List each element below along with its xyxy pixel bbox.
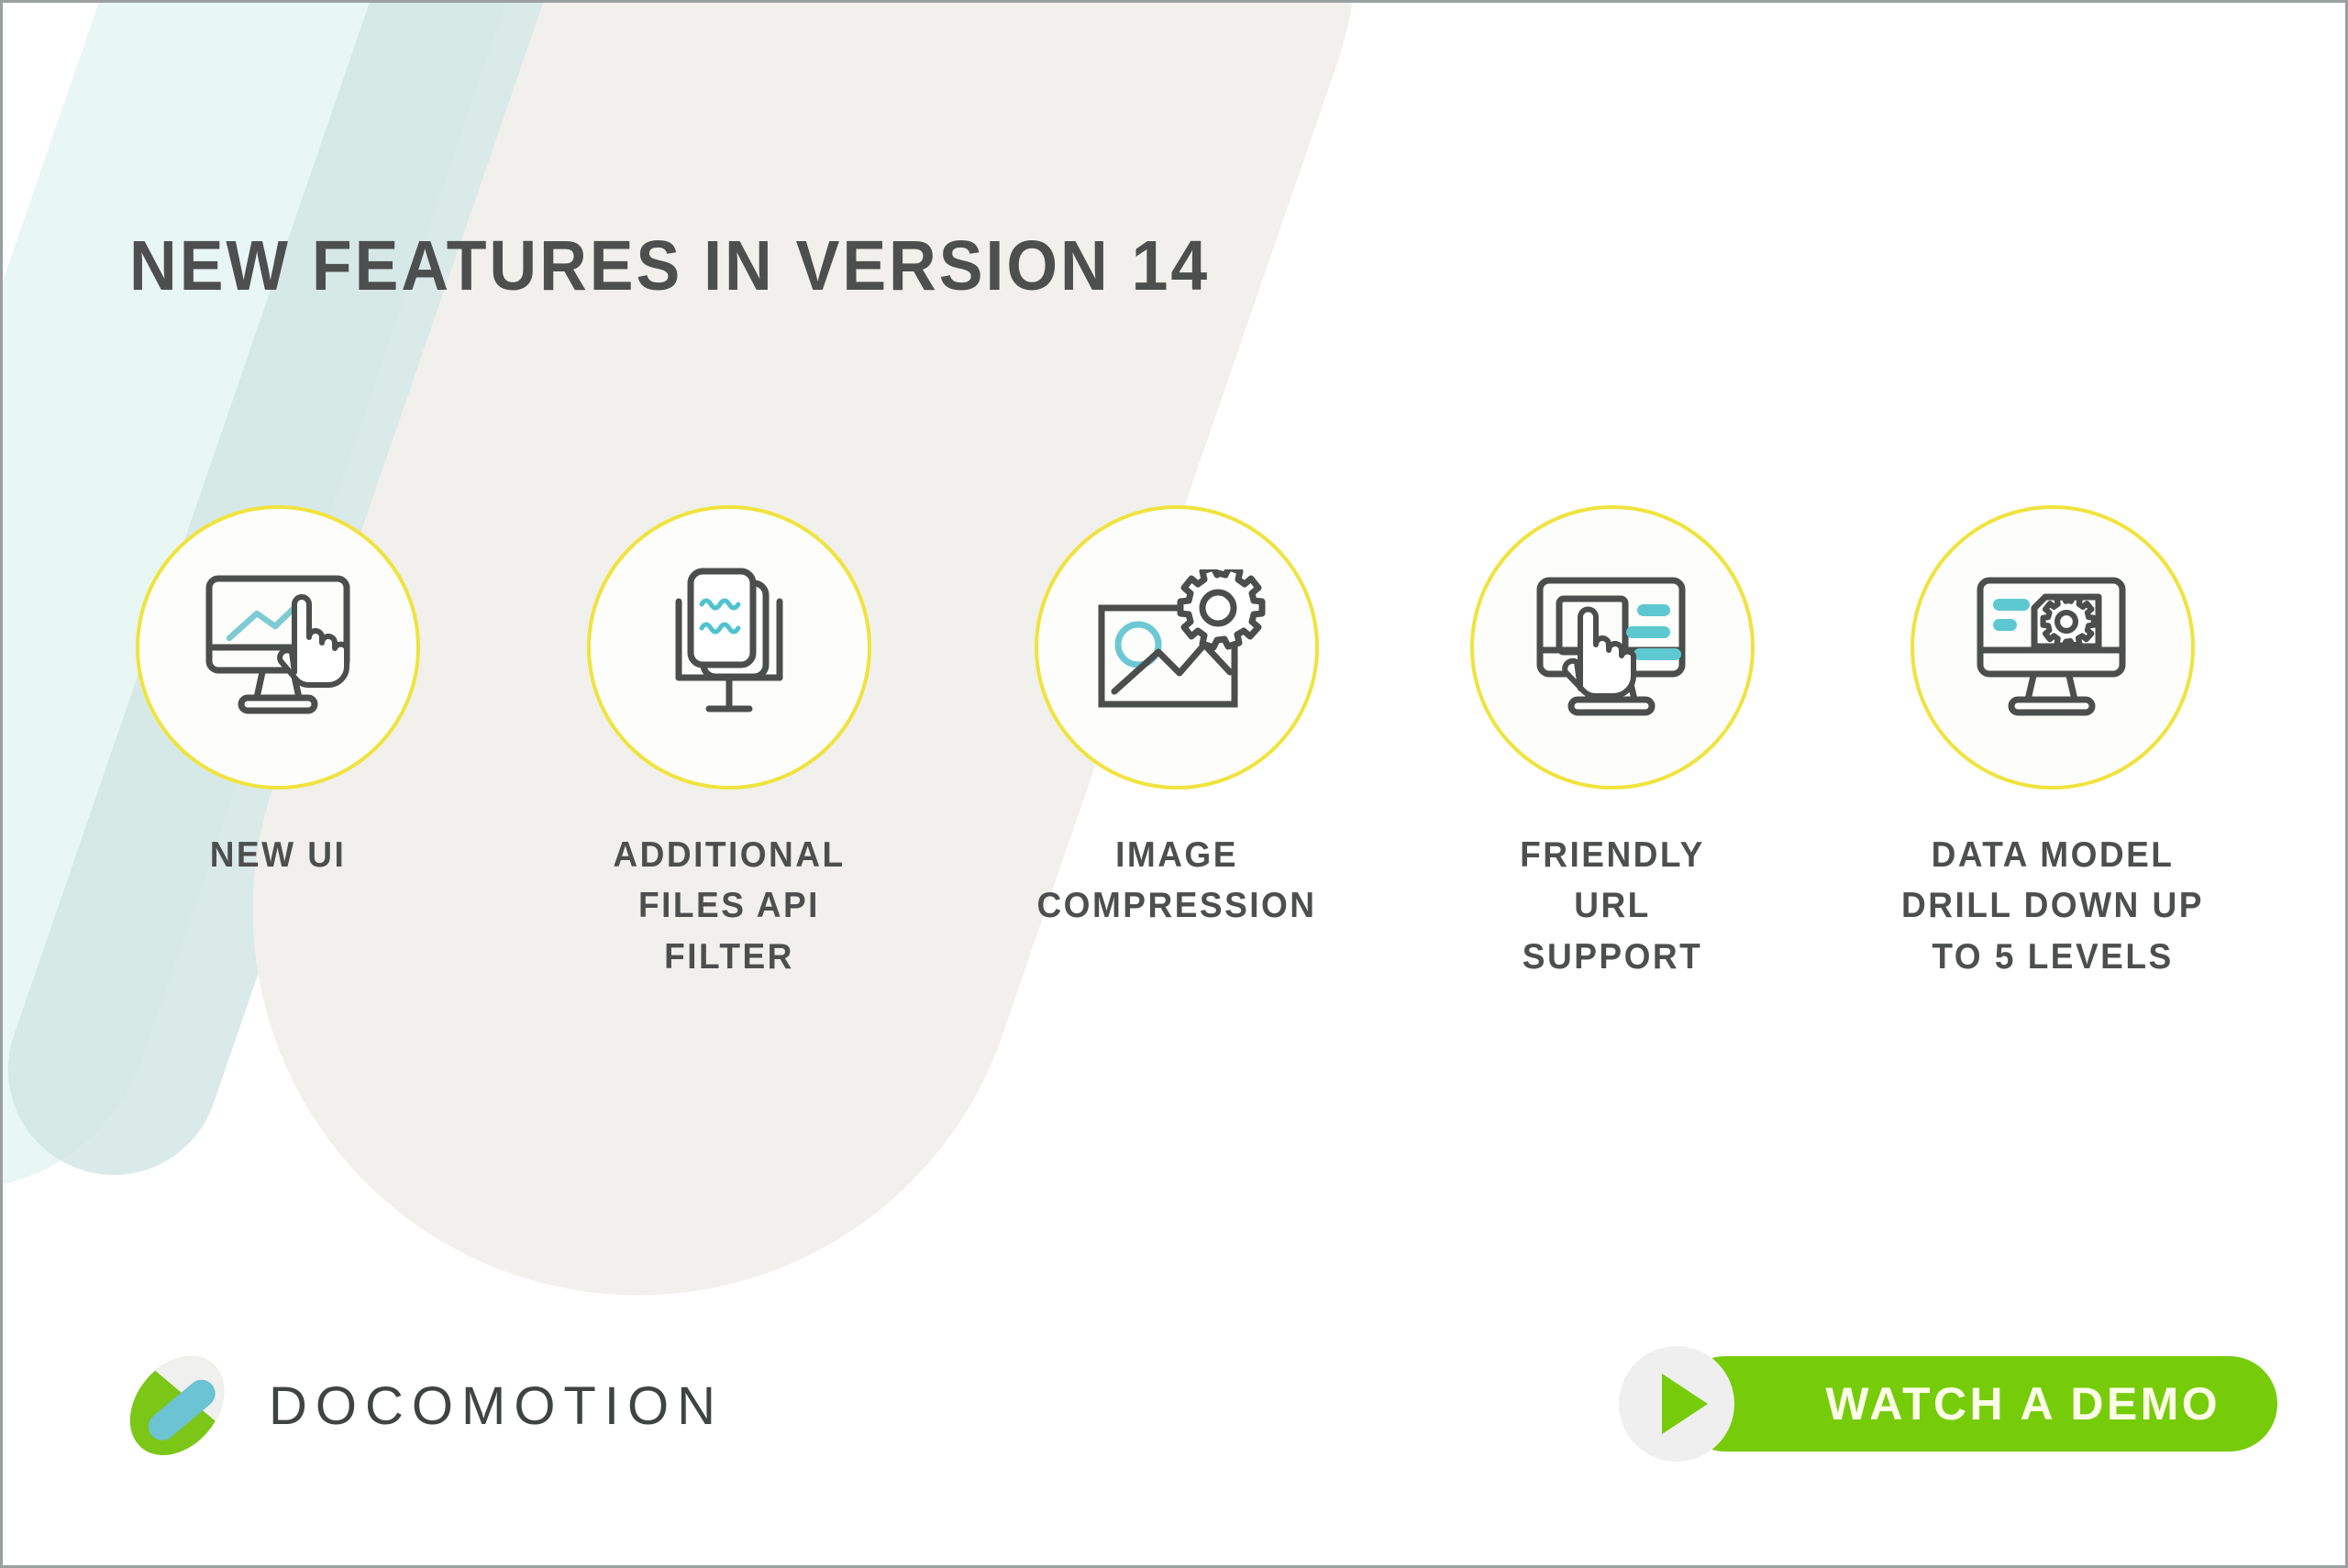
feature-item-image-compression[interactable]: IMAGE COMPRESSION [1012,505,1342,932]
feature-icon-circle [1911,505,2195,790]
docomotion-logo-mark [118,1347,236,1464]
feature-caption: FRIENDLY URL SUPPORT [1456,830,1769,982]
monitor-touch-lines-icon [1470,505,1755,790]
watch-a-demo-button[interactable]: WATCH A DEMO [1619,1346,2277,1462]
play-icon[interactable] [1619,1346,1734,1462]
feature-icon-circle [136,505,420,790]
feature-caption: ADDITIONAL FILES API FILTER [572,830,886,982]
page-title: NEW FEATURES IN VERSION 14 [129,226,1211,305]
demo-button-label: WATCH A DEMO [1825,1378,2221,1430]
docomotion-logo-text: DOCOMOTION [269,1375,724,1436]
caption-line: FILTER [664,936,794,977]
feature-item-new-ui[interactable]: ADDITIONAL NEW UI [113,505,443,880]
infographic-canvas: NEW FEATURES IN VERSION 14 NEW UI ADDITI… [0,0,2348,1568]
caption-line: ADDITIONAL [613,835,846,875]
feature-item-friendly-url-support[interactable]: FRIENDLY URL SUPPORT [1447,505,1778,982]
feature-item-data-model-drill-down[interactable]: DATA MODEL DRILL DOWN UP TO 5 LEVELS [1888,505,2218,982]
demo-button-pill[interactable]: WATCH A DEMO [1678,1356,2277,1452]
caption-line: TO 5 LEVELS [1932,936,2174,977]
docomotion-logo[interactable]: DOCOMOTION [118,1347,724,1464]
feature-icon-circle [1035,505,1319,790]
feature-item-files-api-filter[interactable]: ADDITIONAL FILES API FILTER [564,505,894,982]
play-triangle [1662,1374,1708,1434]
monitor-card-gear-icon [1911,505,2195,790]
feature-caption: IMAGE COMPRESSION [1020,830,1334,932]
image-gear-icon [1035,505,1319,790]
feature-icon-circle [1470,505,1755,790]
feature-icon-circle [587,505,871,790]
caption-line: URL [1574,886,1651,926]
monitor-chart-pointer-icon [136,505,420,790]
caption-line: DRILL DOWN UP [1901,886,2204,926]
caption-line: SUPPORT [1522,936,1703,977]
feature-caption: DATA MODEL DRILL DOWN UP TO 5 LEVELS [1896,830,2210,982]
caption-line: FILES API [638,886,820,926]
feature-row: ADDITIONAL NEW UI [3,505,2345,1074]
caption-line: DATA MODEL [1931,835,2175,875]
caption-line: FRIENDLY [1520,835,1705,875]
caption-line: NEW UI [209,835,347,875]
feature-caption: ADDITIONAL NEW UI [121,830,435,880]
caption-line: IMAGE [1115,835,1238,875]
caption-line: COMPRESSION [1036,886,1317,926]
monitor-documents-icon [587,505,871,790]
